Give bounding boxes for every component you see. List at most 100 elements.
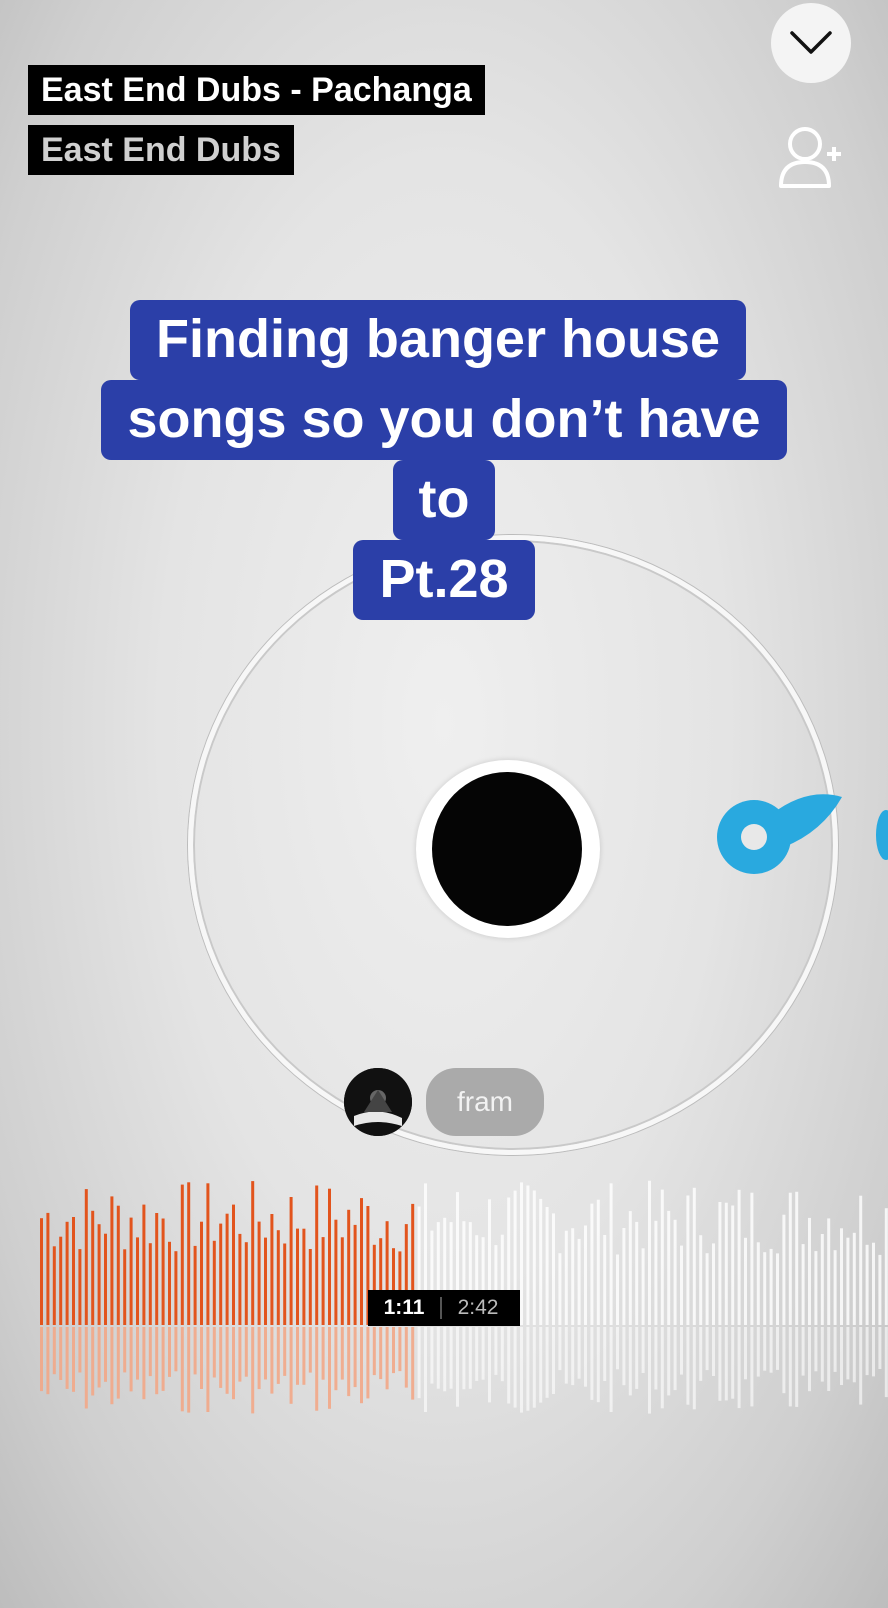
waveform-bar — [712, 1243, 715, 1325]
waveform-bar — [244, 1242, 248, 1325]
waveform-reflection-bar — [411, 1327, 415, 1400]
waveform-bar — [520, 1182, 523, 1325]
waveform-reflection-bar — [360, 1327, 363, 1404]
waveform-reflection-bar — [564, 1327, 568, 1384]
waveform-reflection-bar — [168, 1327, 171, 1377]
waveform-reflection-bar — [116, 1327, 120, 1399]
blue-logo-icon — [717, 794, 842, 874]
waveform-bar — [859, 1195, 863, 1325]
waveform-reflection-bar — [846, 1327, 850, 1380]
waveform-bar — [750, 1192, 754, 1325]
waveform-bar — [641, 1248, 645, 1325]
waveform-reflection-bar — [232, 1327, 235, 1400]
waveform-reflection-bar — [532, 1327, 536, 1408]
waveform-reflection-bar — [884, 1327, 888, 1398]
waveform-reflection-bar — [200, 1327, 203, 1389]
waveform-bar — [852, 1232, 856, 1325]
track-title[interactable]: East End Dubs - Pachanga — [28, 65, 485, 115]
caption-line: to — [392, 460, 496, 540]
waveform-bar — [801, 1244, 805, 1325]
waveform-reflection-bar — [756, 1327, 760, 1377]
caption-line: Finding banger house — [130, 300, 746, 380]
waveform-reflection-bar — [334, 1327, 338, 1391]
waveform-reflection-bar — [142, 1327, 146, 1400]
waveform-reflection-bar — [270, 1327, 274, 1394]
waveform-reflection-bar — [264, 1327, 267, 1380]
waveform-bar — [635, 1221, 639, 1325]
waveform-reflection-bar — [507, 1327, 511, 1404]
waveform-bar — [52, 1246, 56, 1325]
track-artist[interactable]: East End Dubs — [28, 125, 294, 175]
waveform-bar — [308, 1249, 312, 1325]
waveform-reflection-bar — [635, 1327, 639, 1389]
waveform-bar — [40, 1218, 43, 1325]
waveform-reflection-bar — [366, 1327, 370, 1399]
waveform-bar — [820, 1234, 824, 1325]
waveform-bar — [283, 1243, 287, 1325]
waveform-bar — [315, 1185, 319, 1325]
waveform-reflection-bar — [129, 1327, 133, 1392]
person-add-icon[interactable] — [777, 124, 843, 190]
waveform-bar — [526, 1185, 530, 1325]
waveform-bar — [744, 1237, 747, 1325]
waveform-reflection-bar — [641, 1327, 645, 1373]
avatar[interactable] — [344, 1068, 412, 1136]
caption-line: Pt.28 — [353, 540, 535, 620]
waveform-reflection-bar — [328, 1327, 331, 1409]
waveform-reflection-bar — [436, 1327, 440, 1389]
waveform-bar — [161, 1218, 165, 1325]
waveform-reflection-bar — [513, 1327, 517, 1408]
waveform-bar — [667, 1210, 671, 1325]
waveform-reflection-bar — [526, 1327, 530, 1411]
waveform-reflection-bar — [110, 1327, 114, 1405]
waveform-bar — [539, 1198, 543, 1325]
waveform-reflection-bar — [712, 1327, 715, 1376]
waveform-bar — [648, 1180, 651, 1325]
waveform-bar — [206, 1183, 210, 1325]
waveform-bar — [846, 1237, 850, 1325]
waveform-bar — [340, 1237, 344, 1325]
waveform-bar — [782, 1214, 786, 1325]
waveform-bar — [769, 1248, 773, 1325]
waveform-bar — [660, 1189, 664, 1325]
waveform-reflection-bar — [212, 1327, 216, 1378]
waveform-reflection-bar — [404, 1327, 408, 1388]
waveform-reflection-bar — [219, 1327, 223, 1388]
waveform-reflection-bar — [865, 1327, 869, 1376]
waveform-bar — [212, 1240, 216, 1325]
waveform-reflection-bar — [660, 1327, 664, 1409]
waveform-reflection-bar — [308, 1327, 312, 1373]
waveform-bar — [756, 1242, 760, 1325]
waveform-bar — [673, 1219, 677, 1325]
waveform-bar — [65, 1221, 69, 1325]
waveform-bar — [865, 1244, 869, 1325]
waveform-reflection-bar — [673, 1327, 677, 1391]
waveform-bar — [731, 1205, 735, 1325]
waveform-reflection-bar — [251, 1327, 255, 1414]
waveform-bar — [705, 1253, 709, 1325]
waveform-bar — [97, 1224, 101, 1325]
waveform-reflection-bar — [398, 1327, 402, 1372]
waveform-reflection-bar — [616, 1327, 619, 1370]
waveform-reflection-bar — [488, 1327, 491, 1403]
waveform-bar — [353, 1224, 357, 1325]
waveform-reflection-bar — [500, 1327, 504, 1382]
waveform-reflection-bar — [545, 1327, 549, 1398]
waveform-reflection-bar — [97, 1327, 101, 1388]
current-time: 1:11 — [383, 1296, 425, 1319]
waveform-reflection-bar — [315, 1327, 319, 1411]
waveform-bar — [180, 1184, 184, 1325]
waveform-bar — [142, 1204, 146, 1325]
waveform-bar — [116, 1205, 120, 1325]
collapse-button[interactable] — [771, 3, 851, 83]
waveform-bar — [686, 1195, 690, 1325]
waveform-reflection-bar — [392, 1327, 395, 1374]
waveform-bar — [808, 1217, 811, 1325]
waveform-reflection-bar — [680, 1327, 683, 1375]
waveform-reflection-bar — [750, 1327, 754, 1407]
waveform-reflection-bar — [123, 1327, 127, 1373]
username-pill[interactable]: fram — [426, 1068, 544, 1136]
waveform-reflection-bar — [347, 1327, 351, 1397]
waveform-reflection-bar — [468, 1327, 472, 1389]
waveform-reflection-bar — [872, 1327, 875, 1377]
